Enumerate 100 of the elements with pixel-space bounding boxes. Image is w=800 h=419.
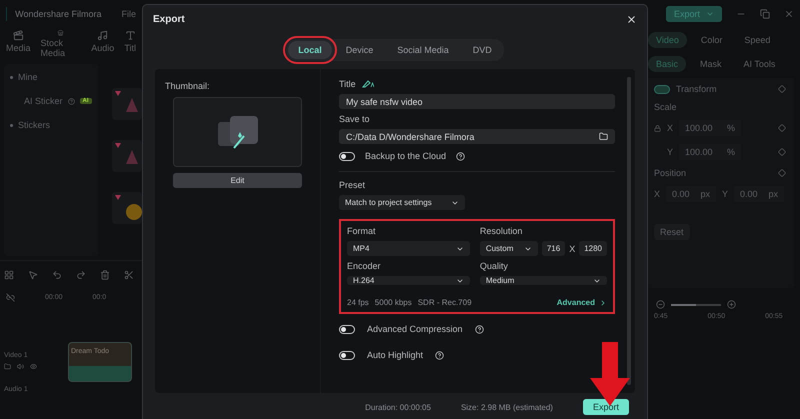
toolbar-tab[interactable]: Stock Media [40,30,82,58]
info-text: SDR - Rec.709 [418,298,472,307]
export-button[interactable]: Export [666,6,722,22]
format-select[interactable]: MP4 [347,241,470,256]
info-text: 24 fps [347,298,369,307]
keyframe-icon[interactable] [778,124,786,132]
inspector-subtab[interactable]: Mask [692,56,730,72]
export-tab[interactable]: Device [336,41,384,59]
thumbnail-label: Thumbnail: [165,81,211,91]
undo-icon[interactable] [52,270,62,280]
pointer-icon[interactable] [28,270,38,280]
inspector-subtab[interactable]: AI Tools [736,56,784,72]
lock-icon[interactable] [654,124,661,132]
field-label: Encoder [347,261,382,271]
close-icon[interactable] [626,14,637,24]
keyframe-icon[interactable] [778,85,786,93]
keyframe-icon[interactable] [778,169,786,177]
encoder-select[interactable]: H.264 [347,276,470,285]
size-text: Size: 2.98 MB (estimated) [460,402,553,412]
times-sign: X [569,244,576,254]
music-icon [97,30,108,41]
axis-label: Y [667,147,674,157]
inspector-tab[interactable]: Color [692,32,730,48]
redo-icon[interactable] [76,270,86,280]
chevron-icon [599,298,607,306]
axis-label: Y [722,189,728,199]
title-field[interactable]: My safe nsfw video [339,94,615,109]
duration-text: Duration: 00:00:05 [365,402,431,412]
toolbar-tab[interactable]: Audio [91,30,114,58]
backup-toggle[interactable] [339,152,355,160]
edit-button[interactable]: Edit [173,173,302,188]
sidebar-item[interactable]: Stickers [18,120,50,130]
inspector-subtab[interactable]: Basic [648,56,686,72]
grid-icon[interactable] [4,270,14,280]
field-label: Format [347,226,377,236]
export-tab[interactable]: Local [288,41,332,59]
scissors-icon[interactable] [124,270,134,280]
help-icon[interactable] [456,152,466,160]
field-label: Scale [654,102,678,112]
transform-toggle[interactable] [654,84,670,94]
scale-x-field[interactable]: 100.00 % [679,120,742,136]
help-icon[interactable] [435,350,444,360]
export-tab[interactable]: Social Media [387,41,459,59]
field-label: Quality [480,261,509,271]
height-field[interactable]: 1280 [579,241,607,256]
eye-icon[interactable] [30,363,37,370]
sidebar-item[interactable]: Mine [18,72,38,82]
unlink-icon[interactable] [6,292,15,302]
zoom-out-icon[interactable] [656,300,665,309]
option-toggle[interactable] [339,350,355,360]
reset-button[interactable]: Reset [654,224,690,240]
sidebar-item[interactable]: AI Sticker [24,96,63,106]
advanced-link[interactable]: Advanced [556,298,607,307]
section-title: Transform [676,84,717,94]
quality-select[interactable]: Medium [480,276,607,285]
help-icon[interactable] [474,324,484,334]
field-label: Title [339,79,356,89]
export-button[interactable]: Export [582,399,629,415]
restore-icon[interactable] [760,9,770,19]
menu-item[interactable]: File [121,9,136,19]
keyframe-icon[interactable] [778,148,786,156]
save-path-field[interactable]: C:/Data D/Wondershare Filmora [339,129,615,144]
position-y-field[interactable]: 0.00 px [734,186,784,202]
toolbar-tab[interactable]: Titl [124,30,136,58]
scale-y-field[interactable]: 100.00 % [679,144,742,160]
field-label: Save to [339,114,371,124]
app-title: Wondershare Filmora [15,9,102,19]
axis-label: X [667,123,674,133]
clapperboard-icon [12,30,24,41]
sticker-thumbnail[interactable] [112,88,142,120]
text-icon [124,30,136,41]
axis-label: X [654,189,660,199]
resolution-select[interactable]: Custom [480,241,538,256]
field-label: Position [654,168,686,178]
dialog-title: Export [153,14,185,24]
ai-pen-icon[interactable] [362,80,374,88]
bullet-icon [10,124,13,126]
volume-icon[interactable] [17,363,24,370]
info-text: 5000 kbps [374,298,412,307]
chevron-icon [706,10,714,18]
toolbar-tab[interactable]: Media [6,30,31,58]
zoom-in-icon[interactable] [727,300,736,309]
inspector-tab[interactable]: Speed [736,32,778,48]
field-label: Preset [339,180,366,190]
ai-image-icon [216,114,260,150]
position-x-field[interactable]: 0.00 px [666,186,716,202]
store-icon [55,30,66,36]
width-field[interactable]: 716 [542,241,566,256]
toggle-label: Backup to the Cloud [365,151,446,161]
delete-icon[interactable] [100,270,110,280]
option-toggle[interactable] [339,324,355,334]
preset-select[interactable]: Match to project settings [339,195,465,210]
field-label: Resolution [480,226,524,236]
inspector-tab[interactable]: Video [648,32,687,48]
toggle-label: Auto Highlight [367,350,424,360]
sticker-thumbnail[interactable] [112,140,142,172]
export-tab[interactable]: DVD [462,41,502,59]
bullet-icon [10,76,13,78]
sticker-thumbnail[interactable] [112,192,142,224]
toggle-label: Advanced Compression [367,324,463,334]
